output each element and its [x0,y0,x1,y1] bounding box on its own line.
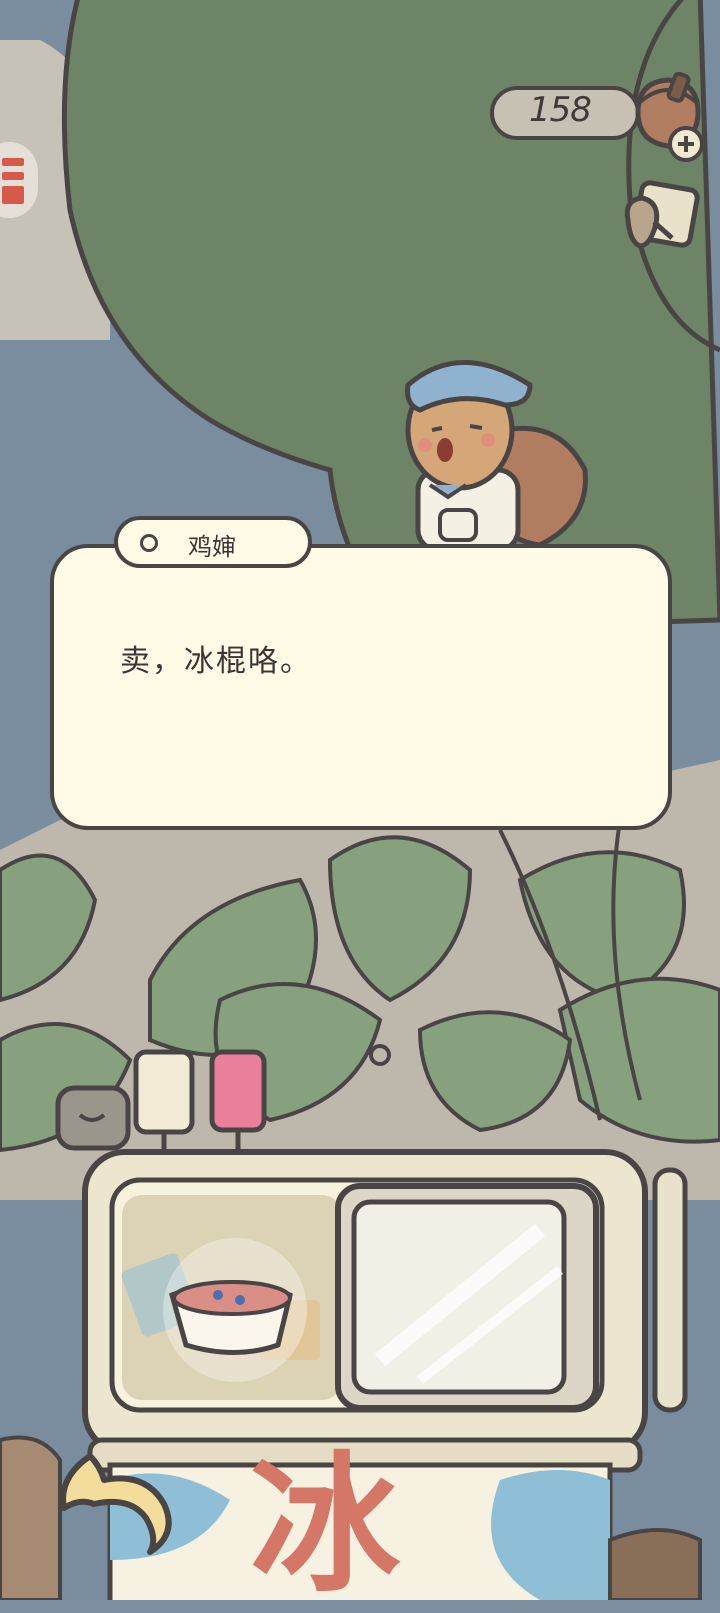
dialog-text: 卖，冰棍咯。 [120,644,312,679]
acorn-icon[interactable] [628,72,708,168]
speaker-name: 鸡婶 [188,533,236,561]
back-arrow-icon[interactable] [50,1448,180,1558]
feedback-icon[interactable] [620,180,706,260]
dialog-box[interactable]: 卖，冰棍咯。 [50,544,672,830]
currency-counter[interactable]: 158 [490,86,650,144]
speaker-nametag: 鸡婶 [114,516,312,568]
currency-value: 158 [529,90,592,130]
nametag-dot-icon [140,534,158,552]
menu-tab-icon[interactable] [0,140,42,220]
firefly [369,1044,391,1066]
cart-sign: 冰 [250,1437,401,1613]
